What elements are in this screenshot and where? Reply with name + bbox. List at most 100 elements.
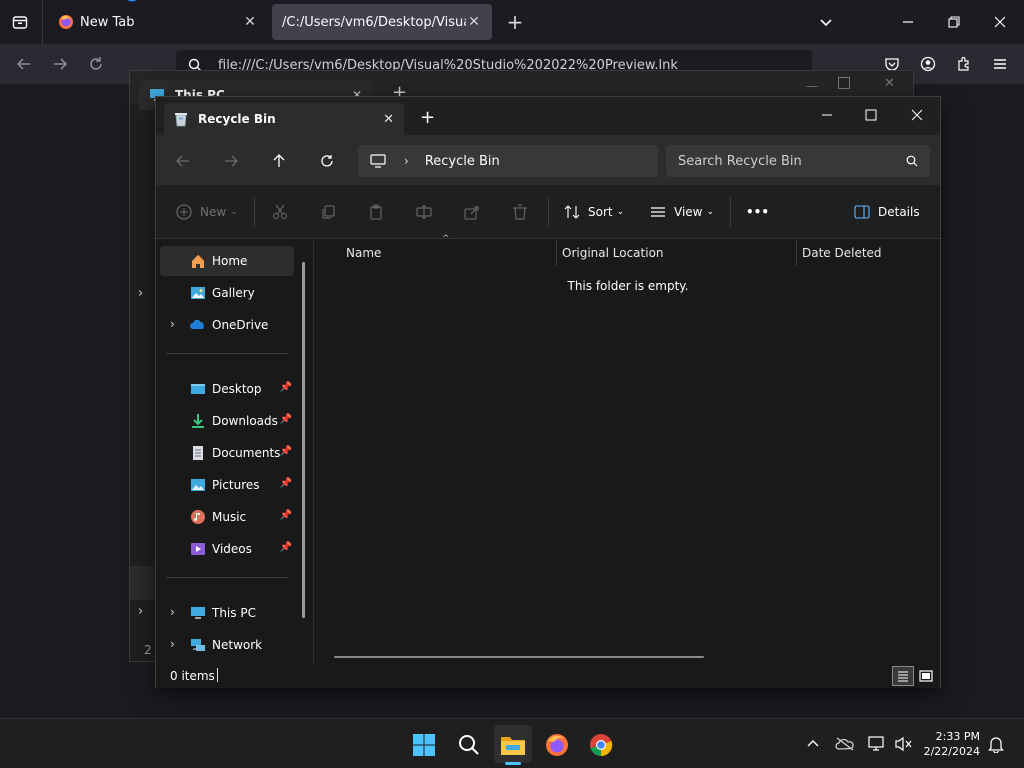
search-icon[interactable]: [455, 731, 483, 759]
this-pc-icon: [190, 605, 206, 621]
firefox-view-icon[interactable]: [8, 10, 32, 34]
sidebar-scrollbar[interactable]: [302, 262, 305, 618]
sidebar-item-documents[interactable]: Documents 📌: [160, 438, 294, 468]
back-icon[interactable]: [14, 54, 34, 74]
sort-button[interactable]: Sort ⌄: [564, 197, 624, 227]
view-button[interactable]: View ⌄: [650, 197, 714, 227]
column-header-date-deleted[interactable]: Date Deleted: [802, 246, 882, 260]
chevron-right-icon[interactable]: ›: [138, 604, 143, 619]
maximize-icon[interactable]: [838, 77, 850, 89]
divider: [730, 197, 731, 227]
more-options-icon[interactable]: •••: [746, 197, 769, 227]
sidebar-item-home[interactable]: Home: [160, 246, 294, 276]
details-button[interactable]: Details: [854, 197, 920, 227]
system-clock[interactable]: 2:33 PM 2/22/2024: [924, 729, 980, 759]
up-icon[interactable]: [270, 152, 288, 170]
new-button[interactable]: New ⌄: [176, 197, 238, 227]
sidebar-item-desktop[interactable]: Desktop 📌: [160, 374, 294, 404]
pin-icon[interactable]: 📌: [280, 542, 292, 553]
sidebar-item-music[interactable]: Music 📌: [160, 502, 294, 532]
start-icon[interactable]: [410, 731, 438, 759]
pin-icon[interactable]: 📌: [280, 478, 292, 489]
new-tab-button[interactable]: +: [504, 10, 526, 34]
sidebar-item-downloads[interactable]: Downloads 📌: [160, 406, 294, 436]
chevron-right-icon[interactable]: ›: [170, 317, 175, 331]
active-indicator: [505, 762, 521, 765]
details-view-icon[interactable]: [892, 666, 914, 686]
sidebar-item-this-pc[interactable]: › This PC: [160, 598, 294, 628]
minimize-icon[interactable]: —: [806, 79, 818, 93]
paste-button[interactable]: [368, 197, 384, 227]
breadcrumb-recycle-bin[interactable]: Recycle Bin: [425, 154, 500, 169]
onedrive-offline-icon[interactable]: [834, 734, 856, 754]
close-tab-icon[interactable]: ✕: [466, 14, 482, 30]
close-icon[interactable]: [908, 106, 926, 124]
network-status-icon[interactable]: [866, 734, 888, 754]
delete-button[interactable]: [512, 197, 528, 227]
search-icon: [906, 155, 918, 167]
address-bar[interactable]: › Recycle Bin: [358, 145, 658, 177]
large-icons-view-icon[interactable]: [916, 666, 936, 686]
copy-button[interactable]: [320, 197, 336, 227]
sidebar-item-videos[interactable]: Videos 📌: [160, 534, 294, 564]
close-tab-icon[interactable]: ✕: [242, 14, 258, 30]
file-explorer-icon[interactable]: [499, 731, 527, 759]
sidebar-item-label: Desktop: [212, 382, 262, 396]
minimize-icon[interactable]: [898, 12, 918, 32]
column-header-original-location[interactable]: Original Location: [562, 246, 664, 260]
pin-icon[interactable]: 📌: [280, 414, 292, 425]
volume-muted-icon[interactable]: [892, 734, 914, 754]
extensions-icon[interactable]: [954, 54, 974, 74]
chevron-right-icon[interactable]: ›: [170, 637, 175, 651]
account-icon[interactable]: [918, 54, 938, 74]
column-separator[interactable]: [796, 240, 797, 266]
pin-icon[interactable]: 📌: [280, 510, 292, 521]
explorer-window-recycle-bin[interactable]: Recycle Bin ✕ + › Recycle Bin Search Rec…: [155, 96, 941, 688]
rename-button[interactable]: [416, 197, 432, 227]
list-all-tabs-icon[interactable]: [816, 12, 836, 32]
forward-icon[interactable]: [222, 152, 240, 170]
tab-recycle-bin[interactable]: Recycle Bin ✕: [164, 103, 404, 135]
close-tab-icon[interactable]: ✕: [383, 112, 394, 127]
cut-button[interactable]: [272, 197, 288, 227]
notifications-bell-icon[interactable]: [986, 734, 1006, 754]
sidebar-item-pictures[interactable]: Pictures 📌: [160, 470, 294, 500]
sidebar-item-label: Downloads: [212, 414, 278, 428]
sidebar-item-network[interactable]: › Network: [160, 630, 294, 660]
minimize-icon[interactable]: [818, 106, 836, 124]
tab-file-url[interactable]: /C:/Users/vm6/Desktop/Visual%20S ✕: [272, 4, 492, 40]
back-icon[interactable]: [174, 152, 192, 170]
chrome-icon[interactable]: [587, 731, 615, 759]
sidebar-item-label: This PC: [212, 606, 256, 620]
share-button[interactable]: [464, 197, 480, 227]
maximize-icon[interactable]: [862, 106, 880, 124]
firefox-icon[interactable]: [543, 731, 571, 759]
new-tab-button[interactable]: +: [420, 107, 435, 128]
show-hidden-icons-icon[interactable]: [804, 735, 822, 753]
sidebar-item-onedrive[interactable]: › OneDrive: [160, 310, 294, 340]
column-header-name[interactable]: Name: [346, 246, 381, 260]
menu-icon[interactable]: [990, 54, 1010, 74]
chevron-right-icon[interactable]: ›: [404, 154, 409, 168]
tab-new-tab[interactable]: New Tab ✕: [48, 4, 268, 40]
pin-icon[interactable]: 📌: [280, 446, 292, 457]
pin-icon[interactable]: 📌: [280, 382, 292, 393]
chevron-right-icon[interactable]: ›: [138, 286, 143, 301]
close-icon[interactable]: [990, 12, 1010, 32]
close-icon[interactable]: ✕: [884, 76, 895, 91]
sidebar-item-gallery[interactable]: Gallery: [160, 278, 294, 308]
chevron-right-icon[interactable]: ›: [170, 605, 175, 619]
horizontal-scrollbar[interactable]: [334, 656, 704, 658]
sidebar-item-label: Videos: [212, 542, 252, 556]
clock-date: 2/22/2024: [923, 745, 980, 758]
restore-icon[interactable]: [944, 12, 964, 32]
forward-icon[interactable]: [50, 54, 70, 74]
search-box[interactable]: Search Recycle Bin: [666, 145, 930, 177]
reload-icon[interactable]: [86, 54, 106, 74]
status-bar: 0 items: [156, 664, 940, 688]
sidebar-item-label: Music: [212, 510, 247, 524]
refresh-icon[interactable]: [318, 152, 336, 170]
column-separator[interactable]: [556, 240, 557, 266]
empty-folder-message: This folder is empty.: [567, 279, 689, 293]
details-pane-icon: [854, 205, 870, 219]
